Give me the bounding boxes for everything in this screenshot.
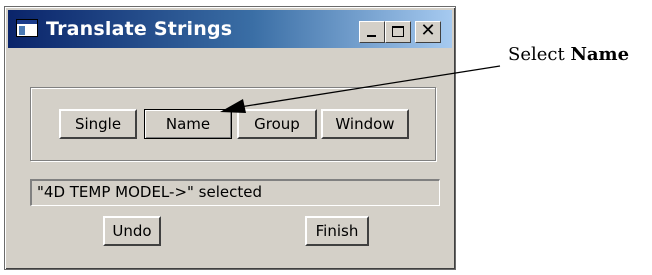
minimize-button[interactable] [359, 21, 385, 43]
name-button[interactable]: Name [144, 109, 232, 139]
title-bar[interactable]: Translate Strings ✕ [8, 10, 452, 48]
minimize-icon [367, 35, 376, 37]
translate-strings-window: Translate Strings ✕ Single Name Group Wi… [4, 6, 456, 270]
annotation-prefix: Select [508, 44, 571, 65]
group-button[interactable]: Group [237, 109, 317, 139]
finish-button[interactable]: Finish [305, 216, 369, 246]
app-window-icon[interactable] [16, 19, 38, 37]
status-field: "4D TEMP MODEL->" selected [30, 179, 440, 206]
annotation-bold: Name [570, 44, 630, 65]
undo-button[interactable]: Undo [103, 216, 161, 246]
maximize-icon [392, 26, 404, 37]
window-button[interactable]: Window [321, 109, 409, 139]
close-button[interactable]: ✕ [415, 20, 441, 43]
single-button[interactable]: Single [59, 109, 137, 139]
maximize-button[interactable] [385, 21, 411, 43]
window-title: Translate Strings [46, 18, 233, 40]
close-icon: ✕ [420, 20, 436, 41]
annotation-label: Select Name [508, 44, 629, 65]
